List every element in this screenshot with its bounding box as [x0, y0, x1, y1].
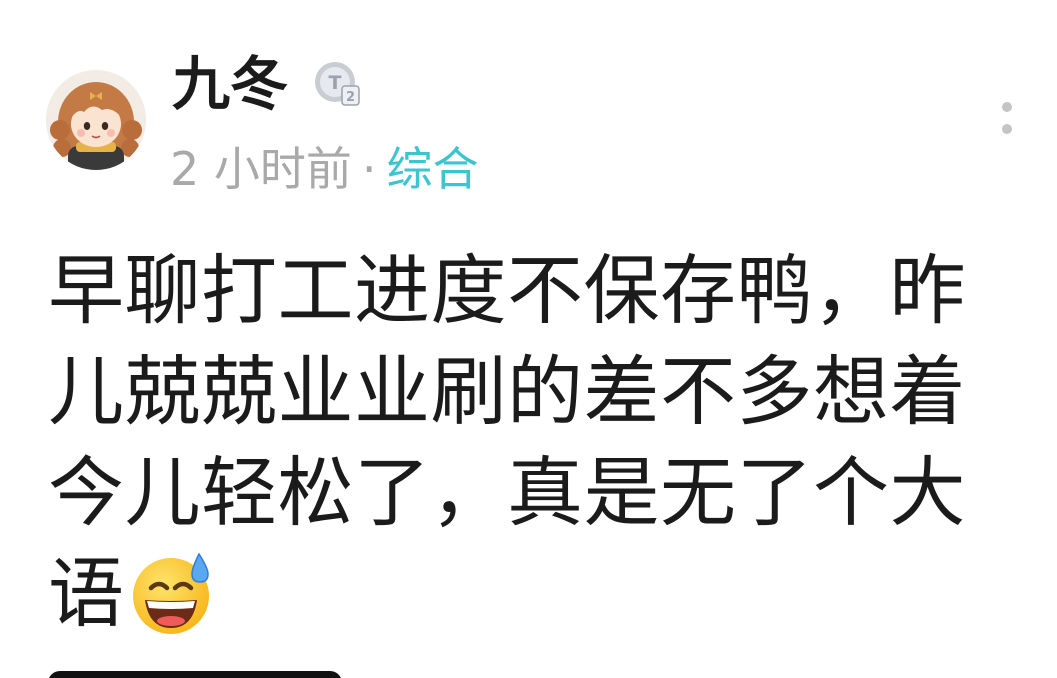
post-category-link[interactable]: 综合	[387, 142, 479, 196]
author-name[interactable]: 九冬	[172, 44, 288, 124]
more-options-button[interactable]	[994, 96, 1020, 142]
post-meta: 2 小时前 · 综合	[170, 134, 479, 204]
meta-separator: ·	[361, 142, 377, 196]
svg-text:2: 2	[346, 90, 355, 105]
author-avatar[interactable]	[46, 70, 146, 170]
post-time: 2 小时前	[170, 142, 352, 196]
more-vertical-icon	[1002, 102, 1012, 112]
girl-avatar-icon	[46, 70, 146, 170]
grinning-sweat-emoji	[129, 550, 215, 636]
level-badge-icon: T 2	[313, 60, 363, 110]
post-card: 九冬 T 2 2 小时前 · 综合 早聊打工进度不保存鸭，昨儿兢兢业业刷的差不多想着…	[0, 0, 1057, 678]
post-content: 早聊打工进度不保存鸭，昨儿兢兢业业刷的差不多想着今儿轻松了，真是无了个大语	[48, 240, 988, 644]
svg-text:T: T	[329, 72, 342, 94]
attachment-card[interactable]	[48, 671, 342, 678]
more-vertical-icon-dot	[1002, 124, 1012, 134]
